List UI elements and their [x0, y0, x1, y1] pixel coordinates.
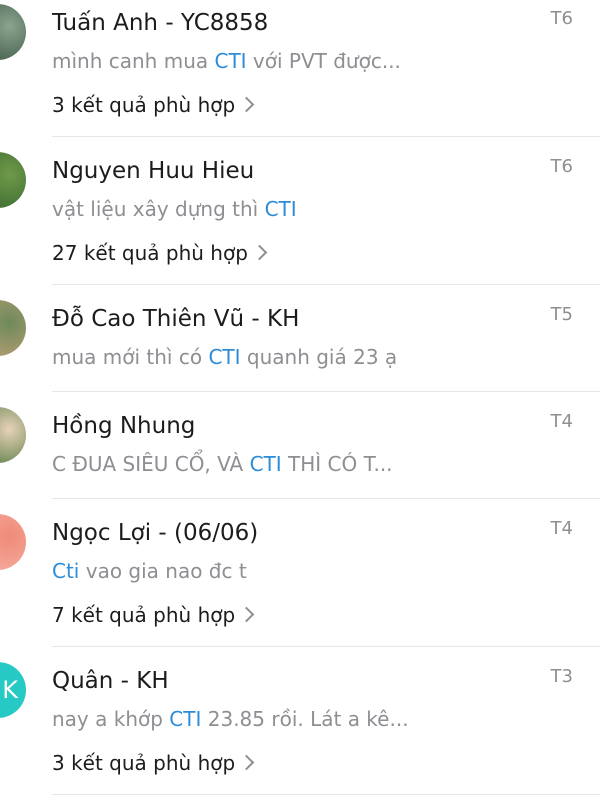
divider [52, 136, 600, 137]
avatar[interactable] [0, 300, 26, 356]
conversation-item[interactable]: Đỗ Cao Thiên Vũ - KH T5 mua mới thì có C… [0, 296, 600, 392]
preview-text: mình canh mua [52, 49, 215, 73]
contact-name: Tuấn Anh - YC8858 [52, 10, 269, 36]
chevron-right-icon [251, 244, 268, 261]
contact-name: Hồng Nhung [52, 413, 196, 439]
matching-results-link[interactable]: 3 kết quả phù hợp [52, 93, 255, 117]
divider [52, 284, 600, 285]
preview-text: với PVT được... [246, 49, 401, 73]
preview-text: nay a khớp [52, 707, 170, 731]
chevron-right-icon [238, 754, 255, 771]
message-preview: vật liệu xây dựng thì CTI [52, 197, 297, 221]
search-match-highlight: CTI [249, 452, 282, 476]
message-date: T5 [550, 304, 573, 325]
message-preview: mua mới thì có CTI quanh giá 23 ạ [52, 345, 397, 369]
message-preview: nay a khớp CTI 23.85 rồi. Lát a kê... [52, 707, 409, 731]
matching-results-link[interactable]: 3 kết quả phù hợp [52, 751, 255, 775]
preview-text: vật liệu xây dựng thì [52, 197, 265, 221]
contact-name: Ngọc Lợi - (06/06) [52, 520, 259, 546]
conversation-item[interactable]: Ngọc Lợi - (06/06) T4 Cti vao gia nao đc… [0, 510, 600, 647]
message-date: T3 [550, 666, 573, 687]
results-count: 7 [52, 603, 65, 627]
contact-name: Quân - KH [52, 668, 169, 694]
message-date: T6 [550, 8, 573, 29]
matching-results-link[interactable]: 7 kết quả phù hợp [52, 603, 255, 627]
divider [52, 646, 600, 647]
preview-text: mua mới thì có [52, 345, 209, 369]
divider [52, 498, 600, 499]
message-date: T6 [550, 156, 573, 177]
message-preview: mình canh mua CTI với PVT được... [52, 49, 401, 73]
results-label: kết quả phù hợp [71, 751, 236, 775]
conversation-item[interactable]: Tuấn Anh - YC8858 T6 mình canh mua CTI v… [0, 0, 600, 137]
results-label: kết quả phù hợp [71, 603, 236, 627]
divider [52, 391, 600, 392]
matching-results-link[interactable]: 27 kết quả phù hợp [52, 241, 268, 265]
search-match-highlight: CTI [264, 197, 297, 221]
preview-text: quanh giá 23 ạ [240, 345, 398, 369]
chevron-right-icon [238, 96, 255, 113]
results-label: kết quả phù hợp [71, 93, 236, 117]
avatar[interactable] [0, 407, 26, 463]
avatar[interactable] [0, 514, 26, 570]
message-date: T4 [550, 518, 573, 539]
contact-name: Nguyen Huu Hieu [52, 158, 255, 184]
results-count: 3 [52, 93, 65, 117]
avatar[interactable] [0, 152, 26, 208]
preview-text: C ĐUA SIÊU CỔ, VÀ [52, 452, 250, 476]
preview-text: 23.85 rồi. Lát a kê... [201, 707, 409, 731]
conversation-item[interactable]: Nguyen Huu Hieu T6 vật liệu xây dựng thì… [0, 148, 600, 285]
results-count: 3 [52, 751, 65, 775]
divider [52, 794, 600, 795]
message-preview: C ĐUA SIÊU CỔ, VÀ CTI THÌ CÓ T... [52, 452, 393, 476]
search-match-highlight: CTI [214, 49, 247, 73]
search-match-highlight: CTI [208, 345, 241, 369]
results-count: 27 [52, 241, 78, 265]
chevron-right-icon [238, 606, 255, 623]
preview-text: vao gia nao đc t [79, 559, 247, 583]
preview-text: THÌ CÓ T... [281, 452, 393, 476]
message-date: T4 [550, 411, 573, 432]
contact-name: Đỗ Cao Thiên Vũ - KH [52, 306, 300, 332]
search-match-highlight: Cti [52, 559, 80, 583]
avatar[interactable]: K [0, 662, 26, 718]
message-preview: Cti vao gia nao đc t [52, 559, 247, 583]
search-match-highlight: CTI [169, 707, 202, 731]
conversation-item[interactable]: Hồng Nhung T4 C ĐUA SIÊU CỔ, VÀ CTI THÌ … [0, 403, 600, 499]
avatar-initial: K [2, 676, 18, 704]
conversation-item[interactable]: K Quân - KH T3 nay a khớp CTI 23.85 rồi.… [0, 658, 600, 795]
results-label: kết quả phù hợp [83, 241, 248, 265]
avatar[interactable] [0, 4, 26, 60]
search-results-list: Tuấn Anh - YC8858 T6 mình canh mua CTI v… [0, 0, 600, 800]
